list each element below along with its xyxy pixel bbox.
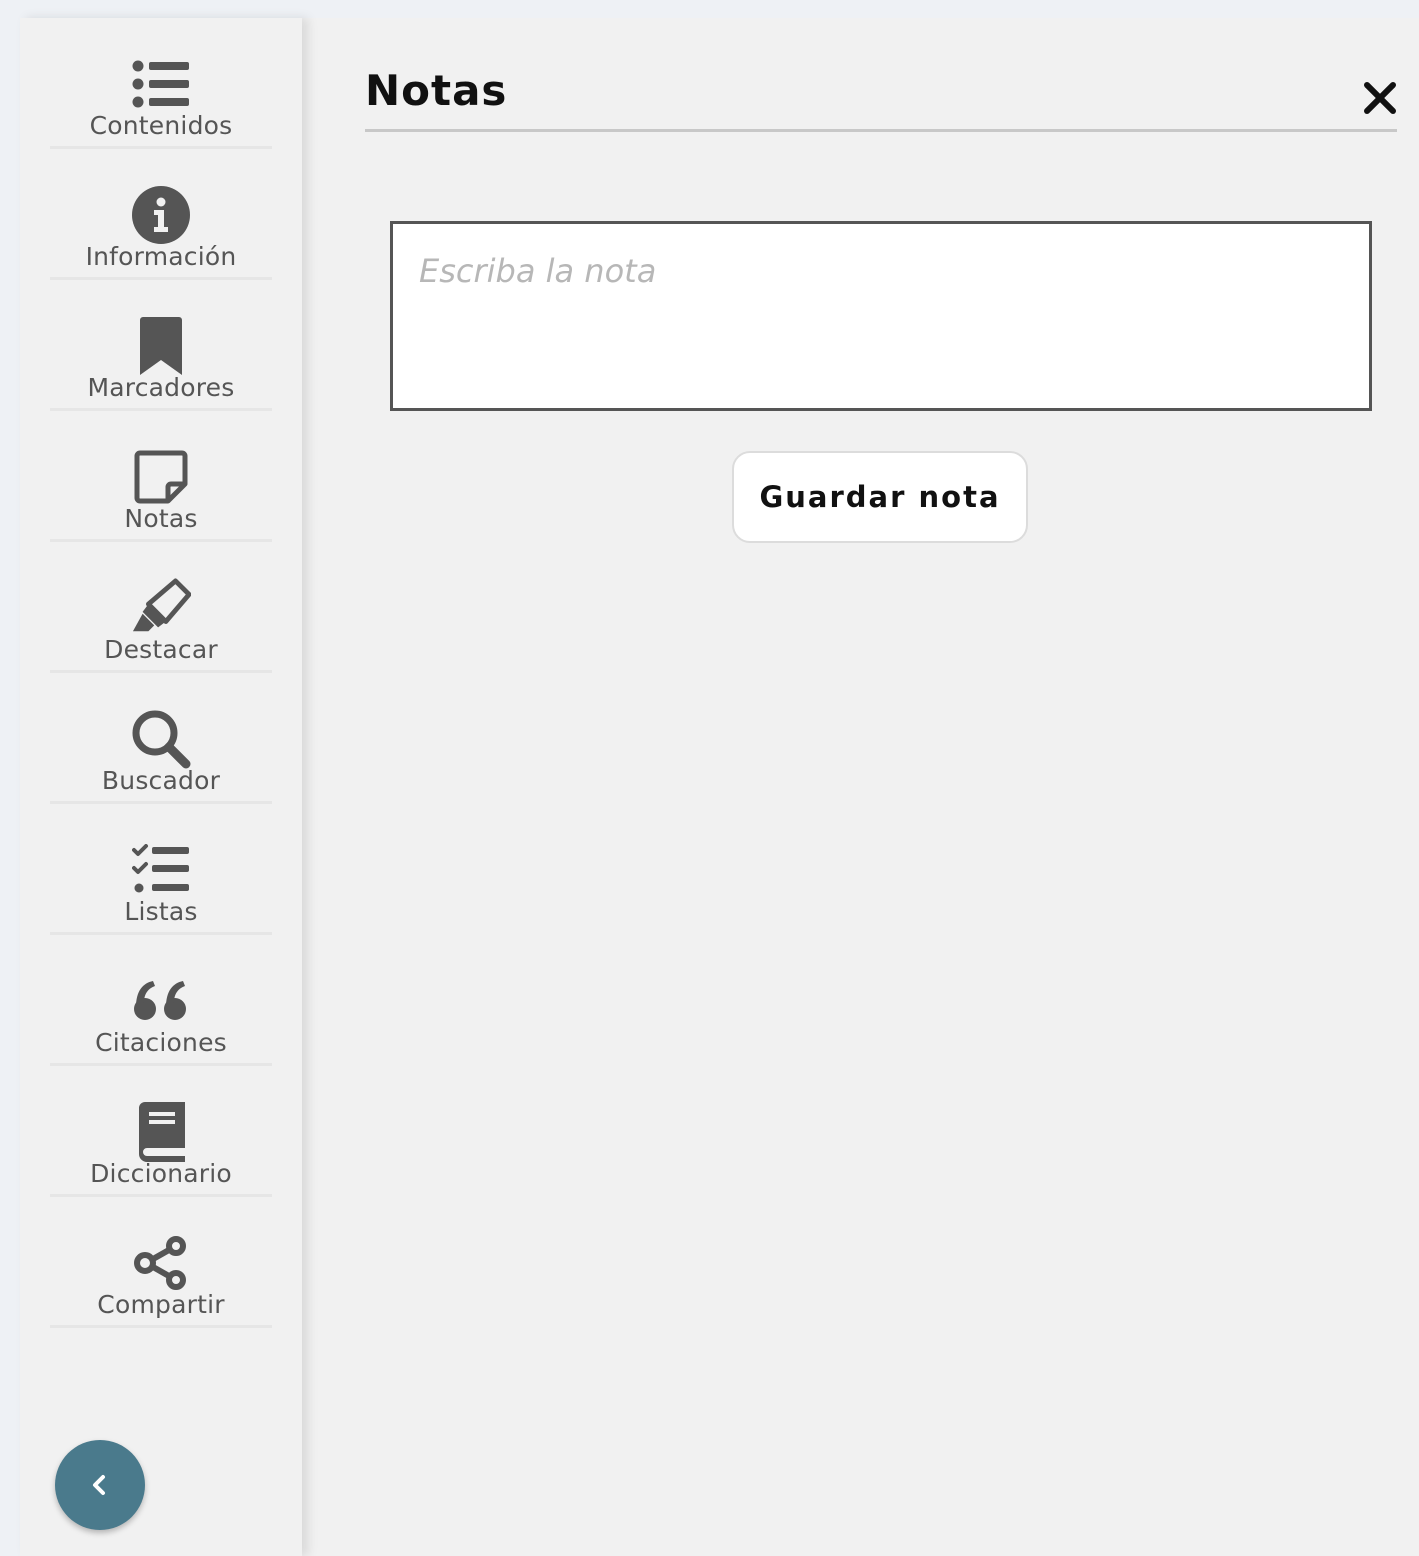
- close-icon: [1364, 82, 1396, 114]
- chevron-left-icon: [93, 1475, 105, 1495]
- sidebar-item-label: Destacar: [104, 635, 218, 664]
- search-icon: [131, 709, 191, 769]
- sticky-note-icon: [131, 447, 191, 507]
- title-divider: [365, 129, 1397, 132]
- sidebar-item-diccionario[interactable]: Diccionario: [50, 1066, 272, 1197]
- sidebar-item-label: Información: [85, 242, 237, 271]
- sidebar-item-compartir[interactable]: Compartir: [50, 1197, 272, 1328]
- sidebar-item-buscador[interactable]: Buscador: [50, 673, 272, 804]
- sidebar: Contenidos Información Marcadores Notas …: [20, 18, 302, 1556]
- sidebar-item-label: Notas: [124, 504, 198, 533]
- sidebar-item-citaciones[interactable]: Citaciones: [50, 935, 272, 1066]
- sidebar-item-label: Listas: [124, 897, 198, 926]
- sidebar-item-listas[interactable]: Listas: [50, 804, 272, 935]
- checklist-icon: [131, 840, 191, 900]
- note-textarea[interactable]: [390, 221, 1372, 411]
- highlighter-icon: [131, 578, 191, 638]
- sidebar-item-label: Citaciones: [95, 1028, 227, 1057]
- sidebar-item-label: Diccionario: [90, 1159, 232, 1188]
- quote-icon: [131, 971, 191, 1031]
- bookmark-icon: [131, 316, 191, 376]
- sidebar-item-label: Marcadores: [87, 373, 235, 402]
- collapse-sidebar-button[interactable]: [55, 1440, 145, 1530]
- panel-title: Notas: [365, 66, 508, 115]
- share-icon: [131, 1233, 191, 1293]
- close-button[interactable]: [1360, 78, 1400, 118]
- sidebar-item-destacar[interactable]: Destacar: [50, 542, 272, 673]
- save-note-button[interactable]: Guardar nota: [732, 451, 1028, 543]
- info-icon: [131, 185, 191, 245]
- sidebar-item-informacion[interactable]: Información: [50, 149, 272, 280]
- notes-panel: Notas Guardar nota: [302, 18, 1419, 1556]
- reader-window: Contenidos Información Marcadores Notas …: [20, 18, 1419, 1556]
- sidebar-item-label: Buscador: [101, 766, 221, 795]
- sidebar-item-label: Contenidos: [89, 111, 233, 140]
- sidebar-item-marcadores[interactable]: Marcadores: [50, 280, 272, 411]
- sidebar-item-label: Compartir: [97, 1290, 225, 1319]
- book-icon: [131, 1102, 191, 1162]
- sidebar-item-notas[interactable]: Notas: [50, 411, 272, 542]
- sidebar-item-contenidos[interactable]: Contenidos: [50, 18, 272, 149]
- list-icon: [131, 54, 191, 114]
